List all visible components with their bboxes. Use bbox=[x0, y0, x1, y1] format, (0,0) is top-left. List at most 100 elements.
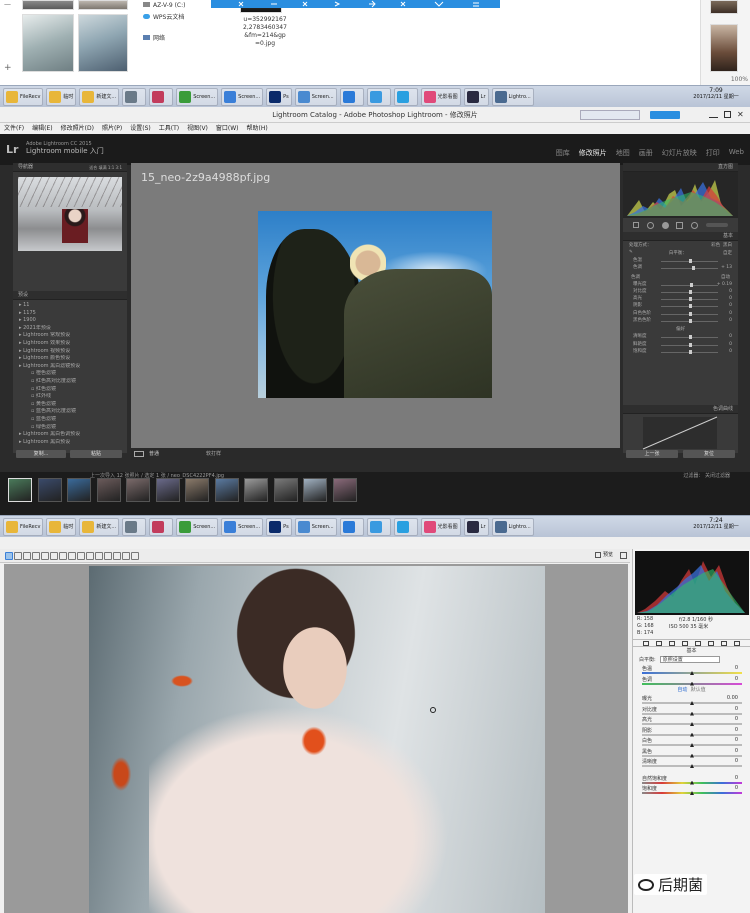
preview-checkbox[interactable] bbox=[595, 552, 601, 558]
taskbar-item[interactable]: 临时 bbox=[46, 517, 77, 536]
hsl-tab-icon[interactable] bbox=[681, 641, 688, 646]
maximize-icon[interactable] bbox=[724, 111, 731, 118]
wps-cloud[interactable]: WPS云文档 bbox=[143, 12, 184, 21]
taskbar-item[interactable] bbox=[122, 517, 147, 536]
develop-slider[interactable]: 色温 bbox=[627, 257, 734, 264]
module-tab[interactable]: Web bbox=[729, 148, 744, 158]
develop-slider[interactable]: 对比度 0 bbox=[627, 288, 734, 295]
slider-knob[interactable] bbox=[688, 259, 692, 263]
develop-slider[interactable]: 白色色阶 0 bbox=[627, 310, 734, 317]
treatment-bw-option[interactable]: 黑白 bbox=[723, 243, 732, 248]
slider-value[interactable]: 0 bbox=[735, 737, 738, 743]
filmstrip-thumbnail[interactable] bbox=[244, 478, 268, 502]
filmstrip-thumbnail[interactable] bbox=[126, 478, 150, 502]
slider-value[interactable]: 0 bbox=[729, 295, 732, 302]
wb-select[interactable]: 自定 bbox=[723, 250, 732, 256]
lens-tab-icon[interactable] bbox=[708, 641, 715, 646]
develop-slider[interactable]: 鲜艳度 0 bbox=[627, 341, 734, 348]
module-tab[interactable]: 幻灯片放映 bbox=[662, 148, 697, 158]
taskbar-item[interactable]: FileRecv bbox=[3, 517, 44, 536]
taskbar-item[interactable]: Lr bbox=[463, 517, 489, 536]
softproof-label[interactable]: 软打样 bbox=[206, 450, 221, 457]
preset-item[interactable]: ▸ Lightroom 黑白滤镜预设 bbox=[13, 363, 127, 371]
brush-icon[interactable] bbox=[706, 223, 729, 227]
preset-item[interactable]: ▫ 红色滤镜 bbox=[13, 386, 127, 394]
slider-value[interactable]: 0 bbox=[729, 317, 732, 324]
tone-curve-tab-icon[interactable] bbox=[655, 641, 662, 646]
raw-tool-icon[interactable] bbox=[32, 552, 40, 560]
preset-item[interactable]: ▸ Lightroom 效果预设 bbox=[13, 340, 127, 348]
scroll-plus-button[interactable]: + bbox=[4, 63, 12, 73]
filmstrip-thumbnail[interactable] bbox=[96, 478, 121, 502]
module-tab[interactable]: 图库 bbox=[556, 148, 570, 158]
auto-button[interactable]: 自动 bbox=[721, 274, 730, 280]
tone-curve[interactable] bbox=[623, 415, 738, 451]
taskbar-item[interactable] bbox=[339, 517, 364, 536]
wb-eyedropper-icon[interactable]: ✎ bbox=[629, 250, 633, 256]
slider-value[interactable]: 0.00 bbox=[727, 695, 738, 701]
taskbar-item[interactable]: FileRecv bbox=[3, 87, 44, 106]
taskbar-item[interactable]: 新建文... bbox=[79, 517, 120, 536]
close-icon[interactable]: ✕ bbox=[737, 111, 746, 119]
raw-slider[interactable]: 曝光 0.00 bbox=[633, 695, 750, 706]
taskbar-item[interactable]: Ps bbox=[266, 517, 292, 536]
identity-plate[interactable]: Adobe Lightroom CC 2015 Lightroom mobile … bbox=[26, 141, 104, 155]
slider-value[interactable]: 0 bbox=[735, 775, 738, 781]
auto-link[interactable]: 自动 bbox=[677, 687, 687, 693]
raw-tool-icon[interactable] bbox=[122, 552, 130, 560]
filmstrip-thumbnail[interactable] bbox=[273, 478, 298, 502]
drive-c[interactable]: AZ-V-9 (C:) bbox=[143, 2, 185, 9]
raw-slider[interactable]: 自然饱和度 0 bbox=[633, 775, 750, 786]
detail-tab-icon[interactable] bbox=[668, 641, 675, 646]
previous-button[interactable]: 上一张 bbox=[626, 450, 678, 458]
slider-knob[interactable] bbox=[688, 289, 692, 294]
menu-item[interactable]: 编辑(E) bbox=[28, 123, 56, 134]
slider-value[interactable]: + 0.19 bbox=[717, 281, 732, 288]
menu-item[interactable]: 工具(T) bbox=[155, 123, 183, 134]
slider-knob[interactable] bbox=[688, 349, 692, 354]
raw-tool-icon[interactable] bbox=[113, 552, 121, 560]
slider-knob[interactable] bbox=[688, 297, 692, 302]
preset-item[interactable]: ▸ 1900 bbox=[13, 317, 127, 325]
develop-slider[interactable]: 阴影 0 bbox=[627, 302, 734, 309]
cr-wb-select[interactable]: 原照设置 bbox=[659, 656, 720, 663]
preset-item[interactable]: ▸ 1175 bbox=[13, 310, 127, 318]
slider-knob[interactable] bbox=[688, 311, 692, 316]
fullscreen-icon[interactable] bbox=[620, 552, 627, 559]
slider-value[interactable]: 0 bbox=[735, 706, 738, 712]
filmstrip-thumbnail[interactable] bbox=[67, 478, 91, 502]
slider-value[interactable]: 0 bbox=[735, 727, 738, 733]
slider-knob[interactable] bbox=[688, 335, 692, 340]
taskbar-item[interactable] bbox=[393, 517, 418, 536]
slider-knob[interactable] bbox=[688, 319, 692, 324]
scroll-minus-button[interactable]: — bbox=[4, 0, 11, 8]
minimize-icon[interactable] bbox=[709, 111, 718, 118]
menu-item[interactable]: 照片(P) bbox=[98, 123, 126, 134]
filmstrip-thumbnail[interactable] bbox=[303, 478, 327, 502]
slider-value[interactable]: 0 bbox=[735, 748, 738, 754]
basic-tab-icon[interactable] bbox=[642, 641, 649, 646]
preset-item[interactable]: ▫ 黄色滤镜 bbox=[13, 401, 127, 409]
taskbar-item[interactable] bbox=[339, 87, 364, 106]
photo-thumbnail[interactable] bbox=[710, 0, 738, 14]
slider-knob[interactable] bbox=[690, 282, 694, 287]
photo-thumbnail[interactable] bbox=[22, 0, 74, 10]
taskbar-item[interactable]: Screen... bbox=[294, 87, 337, 106]
taskbar-item[interactable]: Lightro... bbox=[491, 87, 534, 106]
system-tray-clock[interactable]: 7:09 2017/12/11 星期一 bbox=[686, 87, 746, 101]
develop-slider[interactable]: 曝光度 + 0.19 bbox=[627, 281, 734, 288]
taskbar-item[interactable] bbox=[366, 517, 391, 536]
slider-value[interactable]: 0 bbox=[735, 716, 738, 722]
photo-thumbnail[interactable] bbox=[22, 14, 74, 72]
develop-slider[interactable]: 色调 + 13 bbox=[627, 264, 734, 271]
taskbar-item[interactable] bbox=[393, 87, 418, 106]
raw-slider[interactable]: 清晰度 0 bbox=[633, 758, 750, 769]
module-tab[interactable]: 修改照片 bbox=[579, 148, 607, 158]
raw-tool-icon[interactable] bbox=[104, 552, 112, 560]
slider-value[interactable]: 0 bbox=[735, 665, 738, 671]
taskbar-item[interactable]: 光影看图 bbox=[420, 517, 461, 536]
taskbar-item[interactable] bbox=[366, 87, 391, 106]
menu-item[interactable]: 修改照片(D) bbox=[57, 123, 98, 134]
slider-value[interactable]: 0 bbox=[729, 333, 732, 340]
develop-slider[interactable]: 清晰度 0 bbox=[627, 333, 734, 340]
